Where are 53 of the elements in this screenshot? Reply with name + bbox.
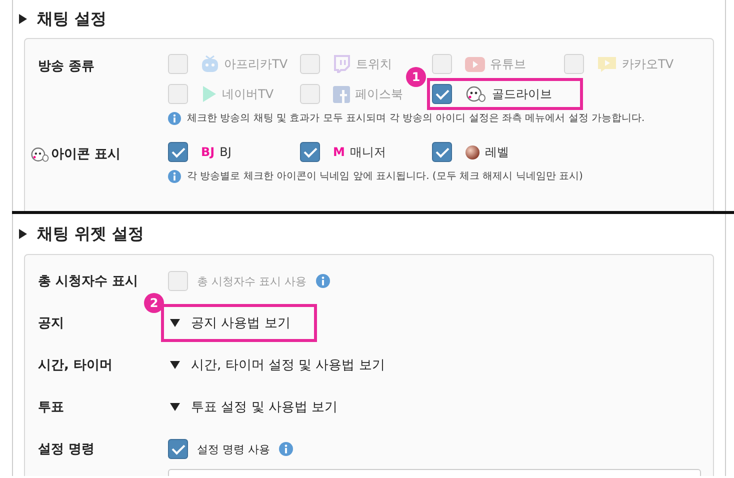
collapse-arrow-icon[interactable]: [19, 229, 27, 239]
option-label: BJ: [220, 145, 232, 159]
checkbox[interactable]: [168, 142, 188, 162]
square-logo-icon: [333, 86, 350, 102]
play-icon: [597, 56, 617, 72]
option-label: 레벨: [485, 144, 509, 160]
hint-text: 각 방송별로 체크한 아이콘이 닉네임 앞에 표시됩니다. (모두 체크 해제시 닉네임만 표시): [187, 170, 583, 183]
checkbox[interactable]: [300, 142, 320, 162]
row-label: 설정 명령: [38, 441, 96, 459]
checkbox-label: 설정 명령 사용: [197, 442, 270, 456]
info-icon[interactable]: [316, 274, 330, 288]
badge-icon: M: [333, 145, 345, 159]
collapse-arrow-icon[interactable]: [19, 14, 27, 24]
expand-arrow-icon[interactable]: [170, 319, 180, 327]
section-title: 채팅 설정: [37, 8, 107, 30]
checkbox[interactable]: [432, 84, 452, 104]
checkbox[interactable]: [168, 439, 188, 459]
expand-link[interactable]: 공지 사용법 보기: [191, 314, 290, 332]
section-title: 채팅 위젯 설정: [37, 224, 144, 244]
chat-icon: [333, 55, 351, 73]
checkbox-label: 총 시청자수 표시 사용: [197, 274, 306, 288]
hint-text: 체크한 방송의 채팅 및 효과가 모두 표시되며 각 방송의 아이디 설정은 좌측 메뉴에서 설정 가능합니다.: [187, 112, 645, 125]
badge-icon: BJ: [201, 145, 215, 159]
info-icon: [168, 112, 181, 124]
row-label: 공지: [38, 315, 65, 333]
row-label: 투표: [38, 399, 65, 417]
option-label: 페이스북: [355, 86, 403, 102]
option-label: 트위치: [356, 56, 392, 72]
row-label: 아이콘 표시: [51, 146, 121, 163]
mascot-icon: [465, 85, 487, 103]
option-label: 네이버TV: [222, 86, 274, 102]
expand-link[interactable]: 시간, 타이머 설정 및 사용법 보기: [191, 356, 385, 374]
expand-link[interactable]: 투표 설정 및 사용법 보기: [191, 398, 338, 416]
info-icon[interactable]: [279, 442, 293, 456]
tv-icon: [201, 55, 219, 73]
expand-arrow-icon[interactable]: [170, 403, 180, 411]
option-label: 카카오TV: [622, 56, 674, 72]
checkbox[interactable]: [432, 142, 452, 162]
play-icon: [465, 56, 485, 72]
option-label: 매니저: [350, 144, 386, 160]
info-icon: [168, 170, 181, 182]
callout-badge: 1: [406, 67, 426, 87]
expand-arrow-icon[interactable]: [170, 361, 180, 369]
option-label: 골드라이브: [492, 86, 552, 102]
option-label: 유튜브: [490, 56, 526, 72]
callout-badge: 2: [144, 293, 164, 313]
option-label: 아프리카TV: [224, 56, 288, 72]
orb-icon: [465, 144, 480, 160]
play-icon: [201, 85, 217, 103]
row-label: 시간, 타이머: [38, 357, 114, 375]
mascot-icon: [30, 146, 50, 162]
row-label: 총 시청자수 표시: [38, 273, 140, 291]
row-label: 방송 종류: [38, 58, 96, 76]
